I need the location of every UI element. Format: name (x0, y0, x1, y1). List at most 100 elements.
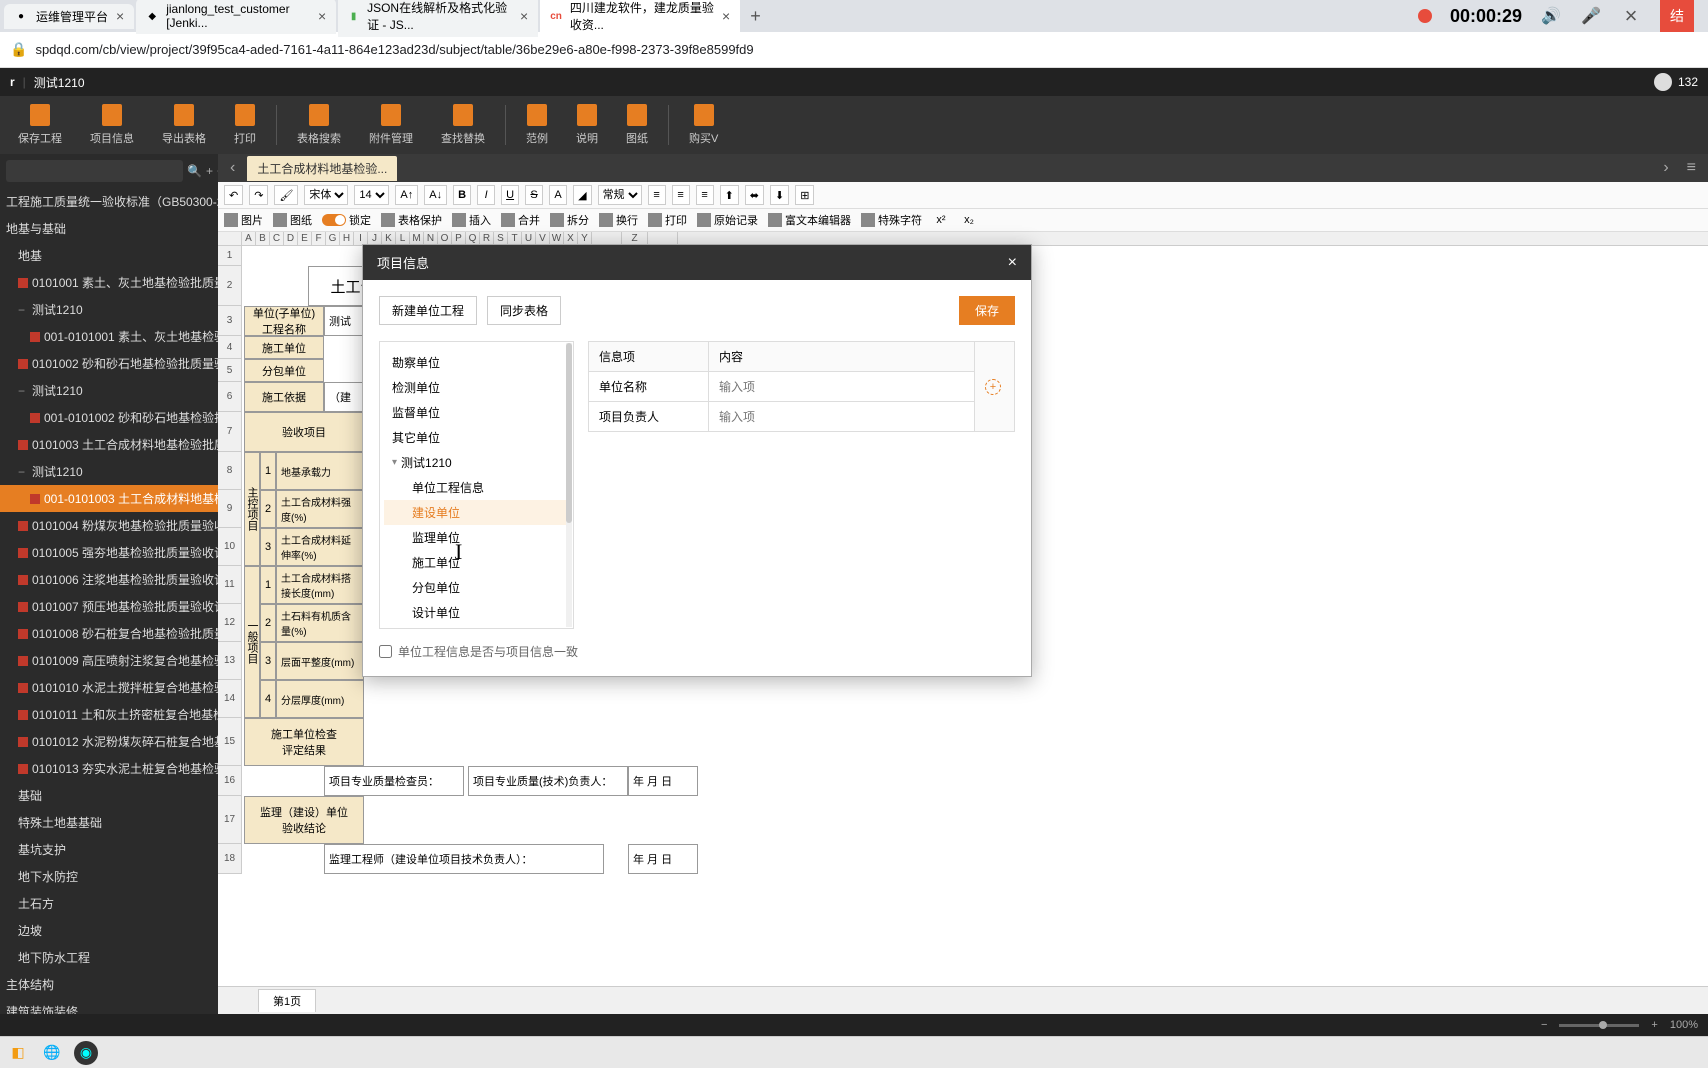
col-header[interactable]: H (340, 232, 354, 245)
sidebar-item[interactable]: 0101011 土和灰土挤密桩复合地基检验批质量... (0, 701, 218, 728)
end-recording-button[interactable]: 结 (1660, 0, 1694, 32)
col-header[interactable] (218, 232, 242, 245)
format-painter-button[interactable]: 🖌 (274, 185, 298, 205)
sidebar-item[interactable]: −测试1210 (0, 377, 218, 404)
number-format-select[interactable]: 常规 (598, 185, 642, 205)
cell[interactable]: 单位(子单位) 工程名称 (244, 306, 324, 336)
font-color-button[interactable]: A (549, 185, 567, 205)
sidebar-item[interactable]: 0101010 水泥土搅拌桩复合地基检验批质量验... (0, 674, 218, 701)
expand-icon[interactable]: ▾ (392, 457, 397, 468)
font-family-select[interactable]: 宋体 (304, 185, 348, 205)
row-header[interactable]: 2 (218, 266, 242, 306)
sidebar-item[interactable]: 边坡 (0, 917, 218, 944)
cell[interactable]: 监理工程师（建设单位项目技术负责人）： (324, 844, 604, 874)
search-input[interactable] (6, 160, 183, 182)
sync-info-checkbox[interactable] (379, 645, 392, 658)
sidebar-item[interactable]: 地基 (0, 242, 218, 269)
tree-item[interactable]: 监理单位 (384, 525, 569, 550)
edtb2-特殊字符[interactable]: 特殊字符 (861, 212, 922, 228)
font-size-select[interactable]: 14 (354, 185, 389, 205)
tree-item[interactable]: ▾测试1210 (384, 450, 569, 475)
close-icon[interactable]: × (1620, 5, 1642, 27)
edtb2-图纸[interactable]: 图纸 (273, 212, 312, 228)
sidebar-item[interactable]: 地下水防控 (0, 863, 218, 890)
redo-button[interactable]: ↷ (249, 185, 268, 205)
cell[interactable]: 土工合成材料强度(%) (276, 490, 364, 528)
sidebar-item[interactable]: 土石方 (0, 890, 218, 917)
sidebar-item[interactable]: 0101007 预压地基检验批质量验收记录 (0, 593, 218, 620)
col-header[interactable]: A (242, 232, 256, 245)
cell[interactable]: 土工合成材料搭接长度(mm) (276, 566, 364, 604)
tree-item[interactable]: 施工单位 (384, 550, 569, 575)
project-manager-input[interactable] (719, 410, 964, 424)
cell[interactable]: 年 月 日 (628, 766, 698, 796)
col-header[interactable]: B (256, 232, 270, 245)
edtb2-合并[interactable]: 合并 (501, 212, 540, 228)
cell[interactable]: 地基承载力 (276, 452, 364, 490)
sidebar-item[interactable]: 0101003 土工合成材料地基检验批质量验收... (0, 431, 218, 458)
sync-table-button[interactable]: 同步表格 (487, 296, 561, 325)
taskbar-app-1-icon[interactable]: ◧ (6, 1041, 30, 1065)
tree-item[interactable]: 监督单位 (384, 400, 569, 425)
row-header[interactable]: 1 (218, 246, 242, 266)
toolbar-项目信息[interactable]: 项目信息 (76, 100, 148, 150)
valign-bot-button[interactable]: ⬇ (770, 185, 789, 205)
sidebar-item[interactable]: 地基与基础 (0, 215, 218, 242)
sidebar-item[interactable]: 0101008 砂石桩复合地基检验批质量验收记录 (0, 620, 218, 647)
underline-button[interactable]: U (501, 185, 519, 205)
borders-button[interactable]: ⊞ (795, 185, 814, 205)
zoom-in-button[interactable]: + (1647, 1019, 1661, 1031)
cell[interactable]: 施工单位 (244, 336, 324, 359)
sidebar-item[interactable]: 基坑支护 (0, 836, 218, 863)
sync-info-checkbox-label[interactable]: 单位工程信息是否与项目信息一致 (379, 643, 1015, 660)
valign-top-button[interactable]: ⬆ (720, 185, 739, 205)
undo-button[interactable]: ↶ (224, 185, 243, 205)
valign-mid-button[interactable]: ⬌ (745, 185, 764, 205)
row-header[interactable]: 5 (218, 359, 242, 382)
sidebar-item[interactable]: 001-0101003 土工合成材料地基检验批... (0, 485, 218, 512)
scrollbar-thumb[interactable] (566, 343, 572, 523)
save-button[interactable]: 保存 (959, 296, 1015, 325)
close-icon[interactable]: × (1008, 254, 1017, 272)
volume-icon[interactable]: 🔊 (1540, 5, 1562, 27)
close-icon[interactable]: × (318, 8, 326, 24)
browser-tab-2[interactable]: ▮JSON在线解析及格式化验证 - JS...× (338, 0, 538, 37)
sheet-tab[interactable]: 第1页 (258, 989, 316, 1012)
row-header[interactable]: 15 (218, 718, 242, 766)
cell[interactable]: 4 (260, 680, 276, 718)
browser-tab-3[interactable]: cn四川建龙软件，建龙质量验收资...× (540, 0, 740, 37)
row-header[interactable]: 9 (218, 490, 242, 528)
menu-icon[interactable]: ≡ (1681, 159, 1702, 177)
row-header[interactable]: 4 (218, 336, 242, 359)
row-header[interactable]: 8 (218, 452, 242, 490)
row-header[interactable]: 7 (218, 412, 242, 452)
script-button[interactable]: x² (932, 214, 950, 226)
nav-fwd-icon[interactable]: › (1657, 159, 1674, 177)
cell[interactable]: 层面平整度(mm) (276, 642, 364, 680)
row-header[interactable]: 12 (218, 604, 242, 642)
close-icon[interactable]: × (722, 8, 730, 24)
cell[interactable]: 一般项目 (244, 566, 260, 718)
row-header[interactable]: 11 (218, 566, 242, 604)
cell[interactable]: 2 (260, 604, 276, 642)
sidebar-item[interactable]: 特殊土地基基础 (0, 809, 218, 836)
row-header[interactable]: 14 (218, 680, 242, 718)
cell[interactable]: 土石料有机质含量(%) (276, 604, 364, 642)
sidebar-item[interactable]: 主体结构 (0, 971, 218, 998)
toolbar-查找替换[interactable]: 查找替换 (427, 100, 499, 150)
tree-item[interactable]: 建设单位 (384, 500, 569, 525)
tree-item[interactable]: 勘察单位 (384, 350, 569, 375)
edtb2-打印[interactable]: 打印 (648, 212, 687, 228)
cell[interactable]: 1 (260, 452, 276, 490)
cell[interactable]: 项目专业质量(技术)负责人： (468, 766, 628, 796)
edtb2-图片[interactable]: 图片 (224, 212, 263, 228)
mic-icon[interactable]: 🎤 (1580, 5, 1602, 27)
col-header[interactable]: D (284, 232, 298, 245)
zoom-out-button[interactable]: − (1537, 1019, 1551, 1031)
cell[interactable]: （建 (324, 382, 364, 412)
url-text[interactable]: spdqd.com/cb/view/project/39f95ca4-aded-… (35, 42, 753, 57)
sidebar-item[interactable]: 0101012 水泥粉煤灰碎石桩复合地基检验批质... (0, 728, 218, 755)
taskbar-app-3-icon[interactable]: ◉ (74, 1041, 98, 1065)
sidebar-item[interactable]: 工程施工质量统一验收标准（GB50300-2013） (0, 188, 218, 215)
toolbar-表格搜索[interactable]: 表格搜索 (283, 100, 355, 150)
